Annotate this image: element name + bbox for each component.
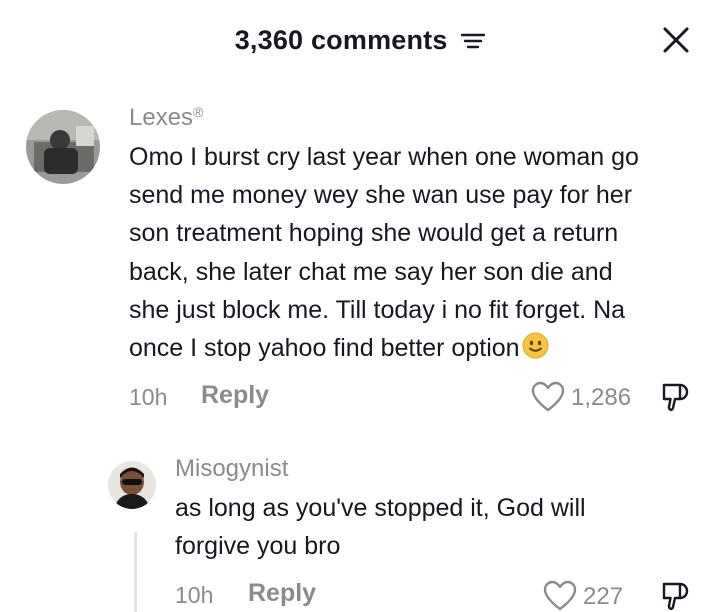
comment-time: 10h [129, 384, 168, 410]
avatar-photo-icon [108, 461, 156, 509]
reply-button[interactable]: Reply [201, 381, 269, 410]
comment-line: she just block me. Till today i no fit f… [129, 295, 626, 324]
reply-thread-line [134, 532, 137, 612]
reply-button[interactable]: Reply [248, 579, 316, 608]
comment-username[interactable]: Misogynist [175, 455, 288, 483]
filter-lines-icon[interactable] [461, 32, 486, 50]
comment-username[interactable]: Lexes® [129, 104, 203, 132]
like-count: 1,286 [571, 384, 632, 411]
comment-line: back, she later chat me say her son die … [129, 257, 613, 286]
heart-icon[interactable] [531, 381, 565, 413]
avatar[interactable] [108, 461, 156, 509]
dislike-icon[interactable] [660, 381, 690, 413]
comment-line: send me money wey she wan use pay for he… [129, 181, 633, 210]
comment-text: as long as you've stopped it, God will f… [175, 489, 695, 565]
registered-mark: ® [193, 104, 204, 120]
comment-text: Omo I burst cry last year when one woman… [129, 138, 699, 367]
heart-icon[interactable] [543, 580, 577, 612]
comment-time: 10h [175, 582, 214, 608]
avatar[interactable] [26, 110, 100, 184]
comments-title: 3,360 comments [0, 24, 720, 56]
comments-header: 3,360 comments [0, 0, 720, 84]
comment-line: once I stop yahoo find better option [129, 329, 699, 367]
slightly-smiling-face-icon [522, 332, 549, 359]
comments-count: 3,360 comments [234, 25, 448, 56]
avatar-photo-icon [26, 110, 100, 184]
dislike-icon[interactable] [660, 580, 690, 612]
comment-line: Omo I burst cry last year when one woman… [129, 143, 639, 171]
comment-line: forgive you bro [175, 532, 341, 561]
comment-line: son treatment hoping she would get a ret… [129, 219, 619, 248]
like-count: 227 [583, 583, 624, 610]
comment-line: as long as you've stopped it, God will [175, 494, 586, 522]
close-icon[interactable] [659, 23, 693, 57]
